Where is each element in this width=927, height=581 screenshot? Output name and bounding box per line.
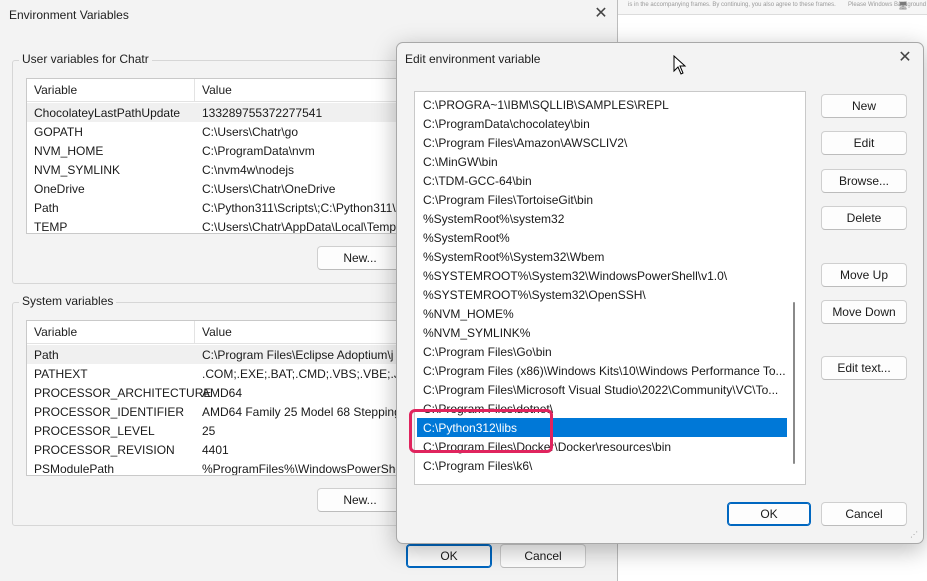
edit-text-button[interactable]: Edit text... [821, 356, 907, 380]
list-item[interactable]: C:\Program Files\Go\bin [417, 342, 787, 361]
move-down-button[interactable]: Move Down [821, 300, 907, 324]
window-title: Environment Variables [9, 8, 129, 22]
list-item[interactable]: %SYSTEMROOT%\System32\OpenSSH\ [417, 285, 787, 304]
user-variables-label: User variables for Chatr [19, 52, 152, 66]
edit-environment-variable-dialog: Edit environment variable ✕ C:\PROGRA~1\… [396, 42, 924, 544]
highlight-annotation [409, 409, 553, 453]
list-item[interactable]: %SystemRoot%\system32 [417, 209, 787, 228]
background-icons: 🖥 [898, 1, 909, 10]
edit-button[interactable]: Edit [821, 131, 907, 155]
vertical-scrollbar[interactable] [793, 302, 795, 464]
list-item[interactable]: %NVM_SYMLINK% [417, 323, 787, 342]
move-up-button[interactable]: Move Up [821, 263, 907, 287]
list-item[interactable]: C:\Program Files\Amazon\AWSCLIV2\ [417, 133, 787, 152]
cancel-button[interactable]: Cancel [500, 544, 586, 568]
column-header-variable[interactable]: Variable [34, 325, 77, 339]
new-button[interactable]: New [821, 94, 907, 118]
browse-button[interactable]: Browse... [821, 169, 907, 193]
column-header-variable[interactable]: Variable [34, 83, 77, 97]
close-icon[interactable]: ✕ [591, 4, 611, 24]
list-item[interactable]: C:\Program Files (x86)\Windows Kits\10\W… [417, 361, 787, 380]
close-icon[interactable]: ✕ [895, 48, 915, 68]
list-item[interactable]: C:\Program Files\TortoiseGit\bin [417, 190, 787, 209]
dialog-ok-button[interactable]: OK [727, 502, 811, 526]
list-item[interactable]: %SystemRoot% [417, 228, 787, 247]
column-header-value[interactable]: Value [202, 83, 232, 97]
list-item[interactable]: %NVM_HOME% [417, 304, 787, 323]
background-text: is in the accompanying frames. By contin… [628, 2, 836, 8]
list-item[interactable]: C:\TDM-GCC-64\bin [417, 171, 787, 190]
system-variables-label: System variables [19, 294, 117, 308]
list-item[interactable]: C:\ProgramData\chocolatey\bin [417, 114, 787, 133]
list-item[interactable]: C:\Program Files\Microsoft Visual Studio… [417, 380, 787, 399]
list-item[interactable]: C:\PROGRA~1\IBM\SQLLIB\SAMPLES\REPL [417, 95, 787, 114]
delete-button[interactable]: Delete [821, 206, 907, 230]
dialog-title: Edit environment variable [405, 52, 541, 66]
column-header-value[interactable]: Value [202, 325, 232, 339]
user-new-button[interactable]: New... [317, 246, 403, 270]
dialog-cancel-button[interactable]: Cancel [821, 502, 907, 526]
column-divider[interactable] [194, 79, 195, 101]
list-item[interactable]: C:\Program Files\k6\ [417, 456, 787, 475]
mouse-cursor-icon [673, 55, 687, 75]
column-divider[interactable] [194, 321, 195, 343]
background-text-right: Please Windows Background [848, 2, 927, 8]
list-item[interactable]: %SystemRoot%\System32\Wbem [417, 247, 787, 266]
system-new-button[interactable]: New... [317, 488, 403, 512]
list-item[interactable]: %SYSTEMROOT%\System32\WindowsPowerShell\… [417, 266, 787, 285]
list-item[interactable]: C:\MinGW\bin [417, 152, 787, 171]
ok-button[interactable]: OK [406, 544, 492, 568]
resize-grip-icon[interactable]: ⋰ [910, 530, 918, 539]
